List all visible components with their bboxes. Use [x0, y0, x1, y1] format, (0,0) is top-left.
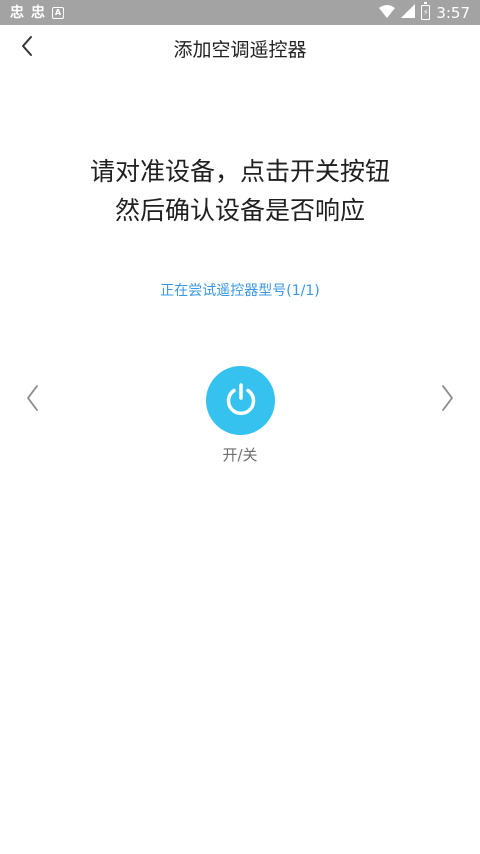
previous-model-button[interactable] [17, 383, 47, 417]
notification-icon: 忠 [10, 4, 24, 21]
app-a-icon: A [52, 6, 64, 19]
back-button[interactable] [12, 33, 42, 63]
chevron-right-icon [441, 384, 455, 416]
chevron-left-icon [25, 384, 39, 416]
charging-bolt-icon: ⚡ [423, 7, 429, 17]
chevron-left-icon [20, 35, 34, 61]
page-title: 添加空调遥控器 [173, 38, 307, 61]
power-button-label: 开/关 [222, 446, 258, 464]
wifi-icon [379, 4, 396, 22]
status-left-icons: 忠 忠 A [10, 6, 64, 20]
next-model-button[interactable] [433, 383, 463, 417]
signal-icon [401, 3, 416, 22]
status-time: 3:57 [436, 3, 470, 22]
trying-model-status: 正在尝试遥控器型号(1/1) [160, 283, 320, 299]
instruction-line-2: 然后确认设备是否响应 [114, 196, 365, 225]
status-right-icons: ⚡ 3:57 [379, 2, 470, 22]
instruction-text: 请对准设备，点击开关按钮 然后确认设备是否响应 [0, 152, 480, 230]
power-button[interactable] [206, 366, 275, 435]
instruction-line-1: 请对准设备，点击开关按钮 [89, 157, 390, 186]
battery-icon: ⚡ [421, 2, 431, 20]
power-icon [223, 381, 259, 421]
notification-icon: 忠 [31, 4, 45, 21]
status-bar: 忠 忠 A ⚡ 3:57 [0, 0, 480, 25]
navigation-bar: 添加空调遥控器 [0, 25, 480, 71]
